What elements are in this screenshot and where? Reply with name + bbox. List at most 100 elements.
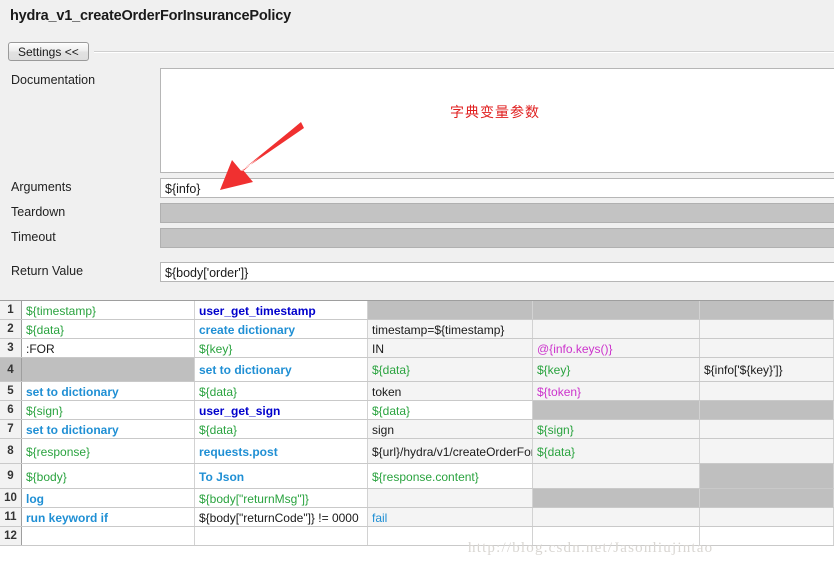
row-number[interactable]: 12 (0, 527, 22, 545)
table-row[interactable]: 1 ${timestamp} user_get_timestamp (0, 301, 834, 320)
table-cell[interactable] (533, 464, 700, 488)
timeout-field[interactable] (160, 228, 834, 248)
row-number[interactable]: 8 (0, 439, 22, 463)
cell-text: ${data} (199, 422, 238, 437)
table-cell[interactable]: sign (368, 420, 533, 438)
cell-text: set to dictionary (26, 422, 119, 437)
cell-text: ${body["returnMsg"]} (199, 491, 309, 506)
table-cell[interactable]: create dictionary (195, 320, 368, 338)
table-cell[interactable] (195, 527, 368, 545)
table-cell[interactable] (700, 439, 834, 463)
table-cell[interactable] (368, 489, 533, 507)
table-cell[interactable] (533, 489, 700, 507)
table-cell[interactable]: set to dictionary (22, 420, 195, 438)
table-cell[interactable]: ${body["returnCode"]} != 0000 (195, 508, 368, 526)
table-cell[interactable]: user_get_timestamp (195, 301, 368, 319)
return-value-field[interactable]: ${body['order']} (160, 262, 834, 282)
table-cell[interactable]: ${data} (368, 358, 533, 381)
table-row[interactable]: 4 set to dictionary ${data} ${key} ${info['$… (0, 358, 834, 382)
arguments-field[interactable]: ${info} (160, 178, 834, 198)
row-number[interactable]: 7 (0, 420, 22, 438)
table-cell[interactable]: ${body["returnMsg"]} (195, 489, 368, 507)
settings-toggle-button[interactable]: Settings << (8, 42, 89, 61)
table-row[interactable]: 11 run keyword if ${body["returnCode"]} !=… (0, 508, 834, 527)
table-cell[interactable]: log (22, 489, 195, 507)
table-cell[interactable] (700, 527, 834, 545)
table-cell[interactable]: run keyword if (22, 508, 195, 526)
table-cell[interactable] (22, 358, 195, 381)
table-cell[interactable]: ${response} (22, 439, 195, 463)
table-cell[interactable] (368, 301, 533, 319)
table-cell[interactable]: requests.post (195, 439, 368, 463)
cell-text: run keyword if (26, 510, 109, 525)
table-cell[interactable] (700, 420, 834, 438)
row-number[interactable]: 1 (0, 301, 22, 319)
keyword-steps-grid[interactable]: 1 ${timestamp} user_get_timestamp 2 ${data} c… (0, 300, 834, 570)
table-cell[interactable]: ${sign} (22, 401, 195, 419)
table-cell[interactable] (22, 527, 195, 545)
table-cell[interactable] (533, 301, 700, 319)
row-number[interactable]: 10 (0, 489, 22, 507)
table-cell[interactable]: timestamp=${timestamp} (368, 320, 533, 338)
table-cell[interactable]: ${info['${key}']} (700, 358, 834, 381)
table-row[interactable]: 5 set to dictionary ${data} token ${token} (0, 382, 834, 401)
table-cell[interactable] (700, 508, 834, 526)
row-number[interactable]: 4 (0, 358, 22, 381)
table-cell[interactable]: @{info.keys()} (533, 339, 700, 357)
table-cell[interactable]: IN (368, 339, 533, 357)
table-cell[interactable] (533, 401, 700, 419)
table-cell[interactable]: :FOR (22, 339, 195, 357)
table-cell[interactable]: ${data} (368, 401, 533, 419)
table-cell[interactable] (700, 489, 834, 507)
table-row[interactable]: 7 set to dictionary ${data} sign ${sign} (0, 420, 834, 439)
table-cell[interactable] (700, 382, 834, 400)
table-cell[interactable]: ${response.content} (368, 464, 533, 488)
documentation-field[interactable]: 字典变量参数 (160, 68, 834, 173)
table-cell[interactable]: ${sign} (533, 420, 700, 438)
table-row[interactable]: 8 ${response} requests.post ${url}/hydra/v1… (0, 439, 834, 464)
table-cell[interactable] (533, 527, 700, 545)
table-cell[interactable]: ${key} (195, 339, 368, 357)
cell-text: ${sign} (537, 422, 574, 437)
table-row[interactable]: 6 ${sign} user_get_sign ${data} (0, 401, 834, 420)
table-cell[interactable]: ${data} (195, 420, 368, 438)
table-cell[interactable] (700, 464, 834, 488)
table-cell[interactable] (533, 508, 700, 526)
teardown-field[interactable] (160, 203, 834, 223)
table-cell[interactable]: ${data} (533, 439, 700, 463)
row-number[interactable]: 6 (0, 401, 22, 419)
arguments-label: Arguments (11, 180, 72, 194)
table-cell[interactable]: ${url}/hydra/v1/createOrderForInsuranceP… (368, 439, 533, 463)
table-cell[interactable]: ${data} (195, 382, 368, 400)
table-row[interactable]: 12 (0, 527, 834, 546)
table-cell[interactable]: ${body} (22, 464, 195, 488)
cell-text: ${info['${key}']} (704, 363, 783, 377)
table-cell[interactable] (700, 301, 834, 319)
table-cell[interactable] (533, 320, 700, 338)
table-cell[interactable]: set to dictionary (195, 358, 368, 381)
table-row[interactable]: 2 ${data} create dictionary timestamp=${tim… (0, 320, 834, 339)
table-cell[interactable] (700, 320, 834, 338)
table-row[interactable]: 9 ${body} To Json ${response.content} (0, 464, 834, 489)
row-number[interactable]: 5 (0, 382, 22, 400)
table-cell[interactable]: ${token} (533, 382, 700, 400)
timeout-label: Timeout (11, 230, 56, 244)
table-cell[interactable]: fail (368, 508, 533, 526)
row-number[interactable]: 11 (0, 508, 22, 526)
table-cell[interactable]: set to dictionary (22, 382, 195, 400)
table-cell[interactable]: ${timestamp} (22, 301, 195, 319)
table-row[interactable]: 3:FOR ${key} IN @{info.keys()} (0, 339, 834, 358)
table-cell[interactable]: ${key} (533, 358, 700, 381)
table-cell[interactable] (700, 339, 834, 357)
cell-text: ${data} (537, 444, 576, 459)
table-row[interactable]: 10 log ${body["returnMsg"]} (0, 489, 834, 508)
row-number[interactable]: 2 (0, 320, 22, 338)
row-number[interactable]: 3 (0, 339, 22, 357)
row-number[interactable]: 9 (0, 464, 22, 488)
table-cell[interactable]: ${data} (22, 320, 195, 338)
table-cell[interactable]: token (368, 382, 533, 400)
table-cell[interactable] (700, 401, 834, 419)
table-cell[interactable]: To Json (195, 464, 368, 488)
table-cell[interactable] (368, 527, 533, 545)
table-cell[interactable]: user_get_sign (195, 401, 368, 419)
